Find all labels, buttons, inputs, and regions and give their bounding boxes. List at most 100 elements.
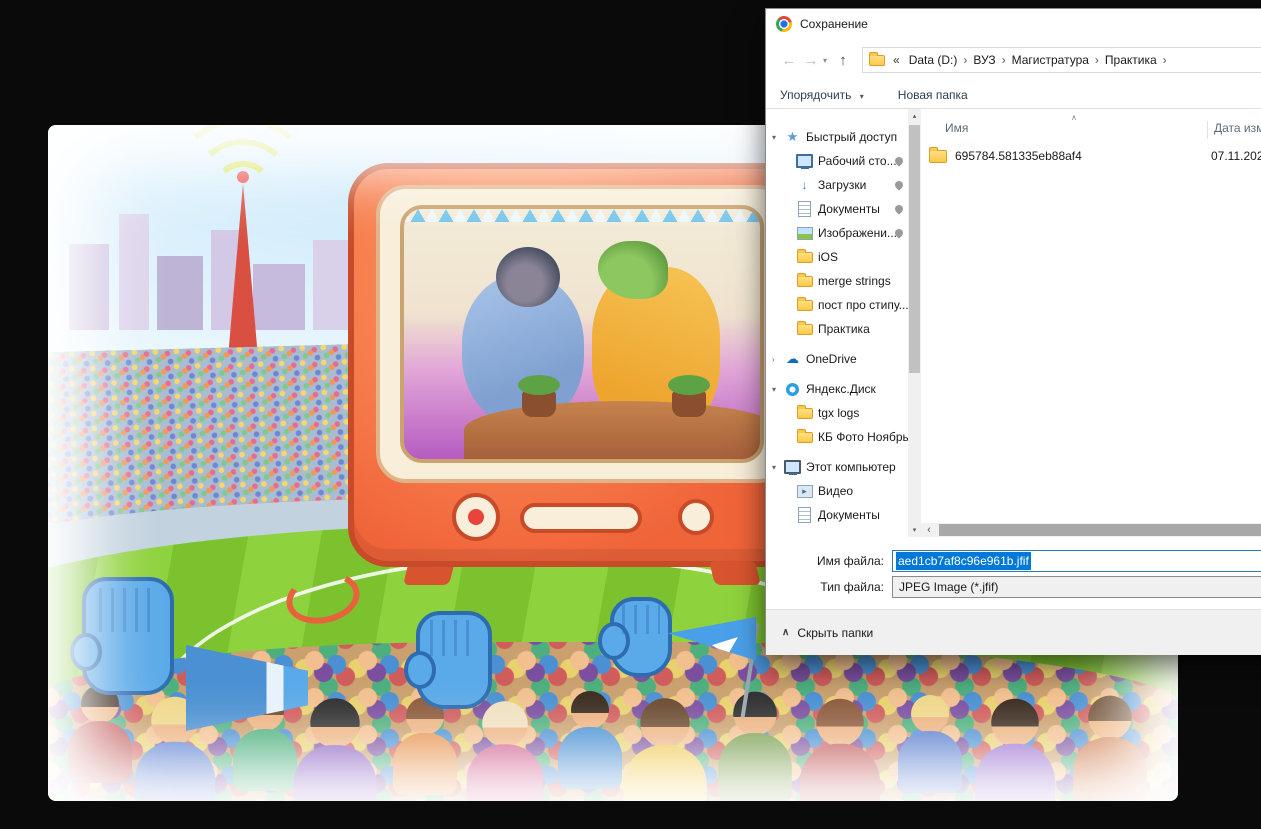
folder-icon [796,272,813,289]
file-row[interactable]: 695784.581335eb88af4 07.11.2020 [925,145,1261,167]
dialog-titlebar[interactable]: Сохранение [766,9,1261,39]
tv-screen [400,205,764,463]
downloads-icon: ↓ [801,178,808,192]
foam-hand [404,611,492,709]
tv-speaker [520,503,642,533]
breadcrumb-item[interactable]: Практика [1100,53,1162,67]
desktop-icon [796,153,813,169]
retro-tv [348,163,816,567]
foam-hand [598,597,672,677]
folder-icon [796,296,813,313]
navigation-pane: ▾ ★ Быстрый доступ Рабочий сто... ↓ Загр… [766,109,908,537]
pin-icon [893,179,905,191]
crowd-person [975,699,1055,801]
sidebar-item-praktika[interactable]: Практика [766,317,908,341]
folder-icon [796,320,813,337]
crowd-person [393,697,457,795]
crowd-person [800,699,880,801]
chevron-right-icon[interactable]: › [1162,53,1168,67]
sidebar-item-merge-strings[interactable]: merge strings [766,269,908,293]
scroll-left-icon[interactable]: ‹ [921,523,937,537]
organize-label: Упорядочить [780,87,852,102]
sidebar-scrollbar[interactable]: ▴ ▾ [908,109,921,537]
crowd-person [718,692,792,801]
sidebar-item-onedrive[interactable]: › ☁ OneDrive [766,347,908,371]
command-bar: Упорядочить ▾ Новая папка [766,81,1261,109]
sidebar-item-tgx-logs[interactable]: tgx logs [766,401,908,425]
crowd-person [898,695,962,793]
crowd-person [466,701,544,801]
chrome-icon [776,16,792,32]
save-dialog: Сохранение ← → ▾ ↑ « Data (D:) › ВУЗ › М… [765,8,1261,655]
horizontal-scrollbar[interactable]: ‹ [921,523,1261,537]
forward-button[interactable]: → [800,52,822,69]
tv-knob-right [678,499,714,535]
star-icon: ★ [786,129,799,144]
desktop: Сохранение ← → ▾ ↑ « Data (D:) › ВУЗ › М… [0,0,1261,829]
interview-desk [464,375,760,459]
sidebar-item-kb-foto-noyabr[interactable]: КБ Фото Ноябрь [766,425,908,449]
hide-folders-button[interactable]: ∧ Скрыть папки [782,626,873,640]
sidebar-item-ios[interactable]: iOS [766,245,908,269]
document-icon [796,507,813,523]
expander-icon[interactable]: ▾ [772,133,784,142]
breadcrumb-item[interactable]: Магистратура [1007,53,1094,67]
sort-ascending-icon: ∧ [1071,113,1077,122]
tv-panel [376,185,788,483]
expander-icon[interactable]: ▾ [772,385,784,394]
expander-icon[interactable]: › [772,355,784,364]
sidebar-item-quick-access[interactable]: ▾ ★ Быстрый доступ [766,125,908,149]
sidebar-item-video[interactable]: Видео [766,479,908,503]
file-list: ∧ Имя Дата изме 695784.581335eb88af4 07.… [921,109,1261,537]
caret-down-icon: ▾ [859,91,864,101]
crowd-person [558,691,622,789]
sidebar-item-documents-2[interactable]: Документы [766,503,908,527]
scrollbar-thumb[interactable] [909,125,920,373]
yandex-disk-icon [784,381,801,397]
sidebar-item-this-pc[interactable]: ▾ Этот компьютер [766,455,908,479]
sidebar-item-pictures[interactable]: Изображени... [766,221,908,245]
breadcrumb-item[interactable]: ВУЗ [968,53,1000,67]
scroll-down-icon[interactable]: ▾ [908,523,921,537]
chevron-up-icon: ∧ [782,627,790,638]
foam-hand [70,577,174,695]
folder-icon [796,248,813,265]
scrollbar-thumb[interactable] [939,524,1261,536]
filetype-select[interactable]: JPEG Image (*.jfif) [892,576,1261,598]
crowd-person [293,698,377,801]
dialog-title: Сохранение [800,17,868,31]
expander-icon[interactable]: ▾ [772,463,784,472]
videos-icon [796,483,813,499]
up-button[interactable]: ↑ [832,52,854,69]
back-button[interactable]: ← [778,52,800,69]
column-header-name[interactable]: Имя [945,121,968,135]
onedrive-icon: ☁ [786,351,799,366]
sidebar-item-documents[interactable]: Документы [766,197,908,221]
sidebar-item-downloads[interactable]: ↓ Загрузки [766,173,908,197]
breadcrumb-item[interactable]: Data (D:) [904,53,963,67]
filetype-label: Тип файла: [820,580,884,594]
file-date: 07.11.2020 [1211,149,1261,163]
crowd-person [623,698,707,801]
folder-icon [796,404,813,421]
filename-input[interactable]: aed1cb7af8c96e961b.jfif [892,550,1261,572]
folder-icon [929,146,947,163]
computer-icon [784,459,801,475]
folder-icon [869,51,886,66]
history-caret-icon[interactable]: ▾ [823,56,827,65]
column-header-date[interactable]: Дата изме [1207,121,1261,139]
organize-button[interactable]: Упорядочить ▾ [780,88,864,102]
file-name: 695784.581335eb88af4 [955,149,1082,163]
sidebar-item-post-pro-stipu[interactable]: пост про стипу... [766,293,908,317]
filetype-value: JPEG Image (*.jfif) [899,580,999,594]
hide-folders-label: Скрыть папки [797,625,874,640]
address-bar[interactable]: « Data (D:) › ВУЗ › Магистратура › Практ… [862,47,1261,73]
scroll-up-icon[interactable]: ▴ [908,109,921,123]
sidebar-item-desktop[interactable]: Рабочий сто... [766,149,908,173]
document-icon [796,201,813,217]
breadcrumb-overflow[interactable]: « [889,53,904,67]
sidebar-item-yandex-disk[interactable]: ▾ Яндекс.Диск [766,377,908,401]
crowd-person [68,685,132,783]
new-folder-button[interactable]: Новая папка [898,88,968,102]
list-header: ∧ Имя Дата изме [921,113,1261,139]
